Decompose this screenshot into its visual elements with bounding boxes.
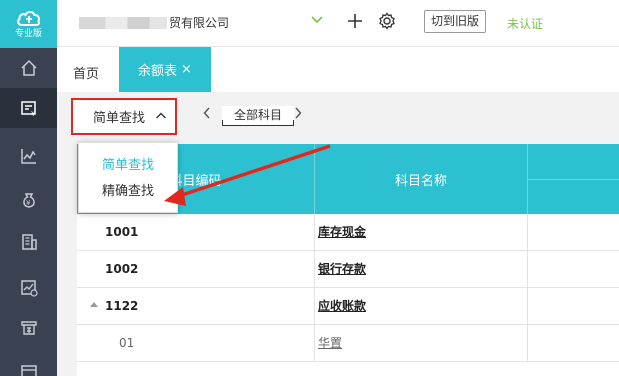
search-mode-dropdown: 简单查找 精确查找 [78, 142, 178, 213]
svg-text:¥: ¥ [26, 199, 31, 207]
cell-name: 应收账款 [315, 288, 528, 325]
header-divider [528, 179, 619, 180]
sidebar-item-building[interactable] [0, 222, 57, 262]
option-simple-search[interactable]: 简单查找 [79, 153, 179, 179]
sidebar-item-voucher[interactable]: ¥ [0, 88, 57, 128]
sidebar-item-document[interactable] [0, 352, 57, 376]
brand-label: 专业版 [14, 29, 42, 39]
subject-link[interactable]: 应收账款 [318, 299, 366, 313]
top-bar: 贸有限公司 切到旧版 未认证 [57, 0, 619, 47]
sidebar-item-cashier[interactable] [0, 308, 57, 348]
home-icon [20, 59, 37, 76]
sidebar-item-home[interactable] [0, 48, 57, 88]
chevron-right-icon[interactable] [293, 106, 303, 120]
table-row[interactable]: 1002 银行存款 [77, 251, 619, 288]
cell-name: 华置 [315, 325, 528, 362]
document-icon [20, 365, 37, 376]
table-row[interactable]: 1122 应收账款 [77, 288, 619, 325]
chart-icon [20, 149, 36, 164]
chevron-up-icon [156, 112, 166, 119]
cloud-icon [16, 11, 40, 26]
cell-code: 1122 [77, 288, 315, 325]
main-content: 简单查找 全部科目 科目编码 科目名称 1001 库存现金 1002 银行存款 … [57, 92, 619, 376]
company-selector[interactable]: 贸有限公司 [79, 14, 229, 31]
plus-icon[interactable] [345, 11, 365, 31]
search-mode-toggle[interactable]: 简单查找 [71, 98, 177, 135]
table-row[interactable]: 1001 库存现金 [77, 214, 619, 251]
option-exact-search[interactable]: 精确查找 [79, 179, 179, 205]
brand-logo[interactable]: 专业版 [0, 0, 57, 48]
cell-code: 01 [77, 325, 315, 362]
company-name-redacted [79, 16, 167, 29]
sidebar-item-chart[interactable] [0, 136, 57, 176]
subject-link[interactable]: 华置 [318, 336, 342, 350]
certification-status[interactable]: 未认证 [507, 15, 543, 32]
voucher-icon: ¥ [20, 101, 36, 117]
gear-icon[interactable] [378, 12, 396, 30]
app: 专业版 ¥ ¥ 贸有限公司 切到旧版 未认证 首页 余额表 × 简单查找 全部科… [0, 0, 619, 376]
subject-link[interactable]: 银行存款 [318, 262, 366, 276]
switch-old-version-button[interactable]: 切到旧版 [424, 10, 487, 33]
cell-code: 1001 [77, 214, 315, 251]
cell-name: 银行存款 [315, 251, 528, 288]
cashier-icon [20, 321, 37, 335]
cell-code: 1002 [77, 251, 315, 288]
search-mode-label: 简单查找 [93, 111, 146, 126]
sidebar-item-money[interactable]: ¥ [0, 180, 57, 220]
tabs-bar: 首页 余额表 × [57, 47, 619, 92]
chevron-left-icon[interactable] [202, 106, 212, 120]
money-bag-icon: ¥ [22, 193, 35, 208]
building-icon [21, 234, 37, 250]
header-subject-name[interactable]: 科目名称 [315, 144, 528, 214]
close-icon[interactable]: × [181, 62, 192, 77]
all-subjects-selector[interactable]: 全部科目 [222, 106, 295, 126]
tab-home[interactable]: 首页 [73, 63, 99, 82]
cell-name: 库存现金 [315, 214, 528, 251]
sidebar-item-report[interactable] [0, 268, 57, 308]
report-icon [20, 280, 38, 297]
table-row[interactable]: 01 华置 [77, 325, 619, 362]
svg-text:¥: ¥ [31, 110, 36, 117]
company-name-suffix: 贸有限公司 [169, 16, 230, 30]
subject-link[interactable]: 库存现金 [318, 225, 366, 239]
sidebar: 专业版 ¥ ¥ [0, 0, 57, 376]
tab-balance-sheet[interactable]: 余额表 × [119, 47, 211, 92]
chevron-down-icon[interactable] [310, 14, 324, 26]
tab-balance-sheet-label: 余额表 [138, 64, 178, 79]
